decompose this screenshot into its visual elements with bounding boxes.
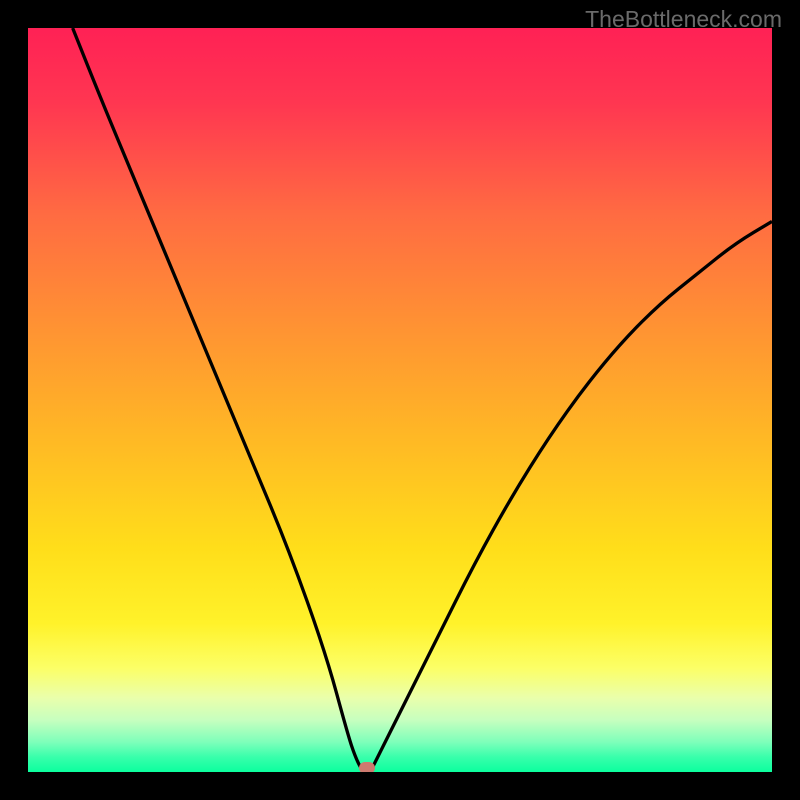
- minimum-marker: [359, 762, 375, 772]
- bottleneck-curve: [28, 28, 772, 772]
- plot-area: [28, 28, 772, 772]
- watermark-label: TheBottleneck.com: [585, 6, 782, 33]
- chart-frame: TheBottleneck.com: [0, 0, 800, 800]
